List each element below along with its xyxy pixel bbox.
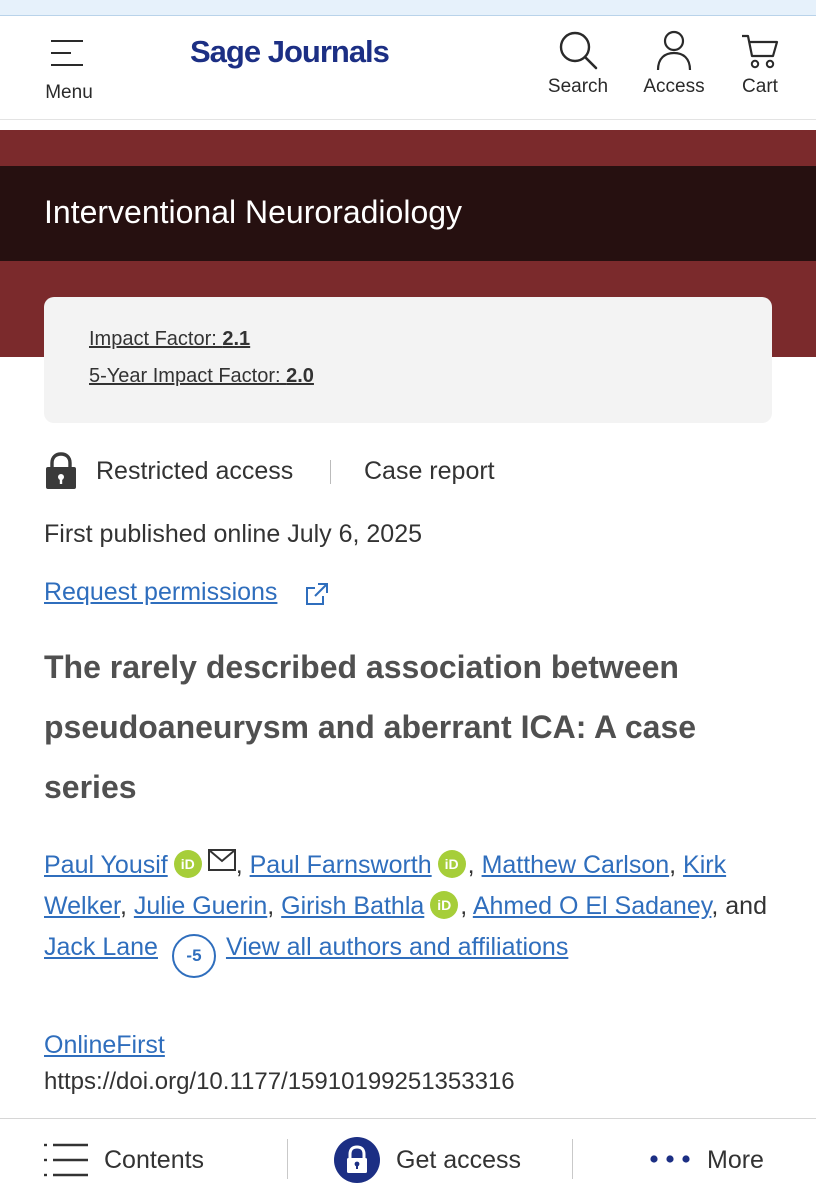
contents-button[interactable]: Contents [44,1119,284,1200]
author-link[interactable]: Julie Guerin [134,892,267,920]
and-text: , and [711,892,767,920]
list-icon [44,1143,88,1177]
journal-banner: Interventional Neuroradiology [0,166,816,261]
divider [330,460,331,484]
author-link[interactable]: Jack Lane [44,933,158,961]
divider [287,1139,288,1179]
impact-factor-card: Impact Factor: 2.1 5-Year Impact Factor:… [44,297,772,423]
orcid-icon[interactable]: iD [437,850,466,878]
five-year-impact-factor-value: 2.0 [286,365,314,387]
cart-label: Cart [742,76,778,97]
cart-button[interactable]: Cart [732,30,788,98]
access-label: Access [643,76,705,97]
five-year-impact-factor-link[interactable]: 5-Year Impact Factor: 2.0 [89,365,314,388]
bottom-action-bar: Contents Get access More [0,1118,816,1200]
search-label: Search [547,76,609,97]
request-permissions-link[interactable]: Request permissions [44,578,277,607]
get-access-button[interactable]: Get access [334,1119,564,1200]
author-list: Paul Yousif iD, Paul Farnsworth iD, Matthe… [44,845,784,978]
author-link[interactable]: Matthew Carlson [482,851,670,879]
publication-date: First published online July 6, 2025 [44,520,423,548]
author-link[interactable]: Ahmed O El Sadaney [473,892,712,920]
orcid-icon[interactable]: iD [430,891,459,919]
impact-factor-link[interactable]: Impact Factor: 2.1 [89,328,250,351]
journal-title[interactable]: Interventional Neuroradiology [44,194,462,231]
get-access-label: Get access [396,1146,522,1174]
impact-factor-value: 2.1 [222,328,251,350]
cart-icon [742,34,779,69]
site-header: Menu Sage Journals Search Access Cart [0,16,816,120]
search-icon [559,31,598,70]
orcid-icon[interactable]: iD [173,850,202,878]
menu-icon [51,38,87,74]
sage-journals-logo[interactable]: Sage Journals [190,34,390,70]
menu-label: Menu [45,82,93,103]
external-link-icon [306,583,328,605]
mail-icon[interactable] [207,849,236,871]
onlinefirst-link[interactable]: OnlineFirst [44,1031,165,1060]
collapse-authors-badge[interactable]: -5 [171,934,216,978]
user-icon [656,30,692,71]
divider [572,1139,573,1179]
ellipsis-icon [650,1155,690,1163]
more-button[interactable]: More [648,1119,788,1200]
lock-icon [46,452,76,489]
contents-label: Contents [104,1146,205,1174]
author-link[interactable]: Paul Farnsworth [250,851,432,879]
view-all-authors-link[interactable]: View all authors and affiliations [226,933,568,961]
article-type: Case report [364,457,495,485]
access-button[interactable]: Access [642,30,706,98]
author-link[interactable]: Girish Bathla [281,892,424,920]
top-notification-strip [0,0,816,16]
article-title: The rarely described association between… [44,649,697,805]
doi: https://doi.org/10.1177/1591019925135331… [44,1068,515,1095]
lock-icon [334,1137,380,1183]
search-button[interactable]: Search [546,30,610,98]
access-type: Restricted access [96,457,294,485]
journal-banner-top [0,130,816,166]
more-label: More [707,1146,764,1174]
author-link[interactable]: Paul Yousif [44,851,168,879]
menu-button[interactable]: Menu [36,34,102,106]
